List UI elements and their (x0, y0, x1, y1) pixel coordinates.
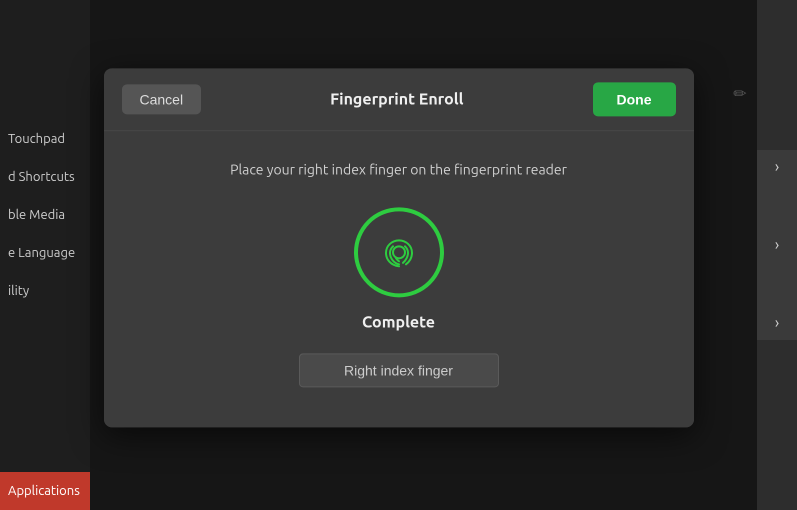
right-panel: › › › (757, 150, 797, 340)
dialog-title: Fingerprint Enroll (330, 90, 463, 108)
cancel-button[interactable]: Cancel (122, 84, 202, 114)
sidebar-item-touchpad[interactable]: Touchpad (0, 120, 90, 158)
fingerprint-enroll-dialog: Cancel Fingerprint Enroll Done Place you… (104, 68, 694, 427)
complete-label: Complete (362, 313, 435, 331)
sidebar-item-accessibility[interactable]: ility (0, 272, 90, 310)
arrow-btn-1[interactable]: › (761, 158, 793, 176)
sidebar: Touchpad d Shortcuts ble Media e Languag… (0, 0, 90, 510)
finger-name-input[interactable] (299, 353, 499, 387)
sidebar-item-applications[interactable]: Applications (0, 472, 90, 510)
fingerprint-svg (373, 226, 425, 278)
sidebar-item-shortcuts[interactable]: d Shortcuts (0, 158, 90, 196)
sidebar-item-media[interactable]: ble Media (0, 196, 90, 234)
arrow-btn-3[interactable]: › (761, 314, 793, 332)
arrow-btn-2[interactable]: › (761, 236, 793, 254)
dialog-body: Place your right index finger on the fin… (104, 131, 694, 427)
dialog-header: Cancel Fingerprint Enroll Done (104, 68, 694, 131)
instruction-text: Place your right index finger on the fin… (230, 161, 567, 177)
sidebar-item-language[interactable]: e Language (0, 234, 90, 272)
done-button[interactable]: Done (593, 82, 676, 116)
fingerprint-icon-circle (354, 207, 444, 297)
